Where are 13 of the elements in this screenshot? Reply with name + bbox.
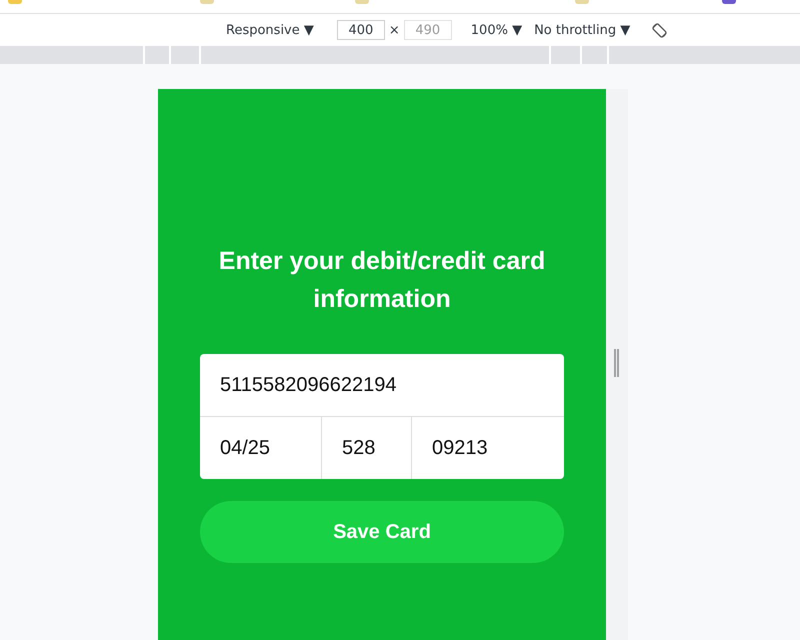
throttling-dropdown[interactable]: No throttling ▼ xyxy=(534,22,630,38)
form-title: Enter your debit/credit card information xyxy=(218,246,546,315)
card-detail-field[interactable]: 04/25 xyxy=(200,417,321,479)
device-dropdown[interactable]: Responsive ▼ xyxy=(226,22,314,38)
zoom-dropdown[interactable]: 100% ▼ xyxy=(470,22,522,38)
times-sign: × xyxy=(388,22,400,38)
rotate-icon[interactable] xyxy=(651,22,668,38)
resize-handle[interactable] xyxy=(614,349,619,377)
card-number-field[interactable]: 5115582096622194 xyxy=(200,354,564,416)
bookmark-icon[interactable] xyxy=(722,0,736,4)
card-detail-field[interactable]: 528 xyxy=(321,417,411,479)
width-field[interactable]: 400 xyxy=(336,20,385,40)
card-detail-field[interactable]: 09213 xyxy=(411,417,564,479)
